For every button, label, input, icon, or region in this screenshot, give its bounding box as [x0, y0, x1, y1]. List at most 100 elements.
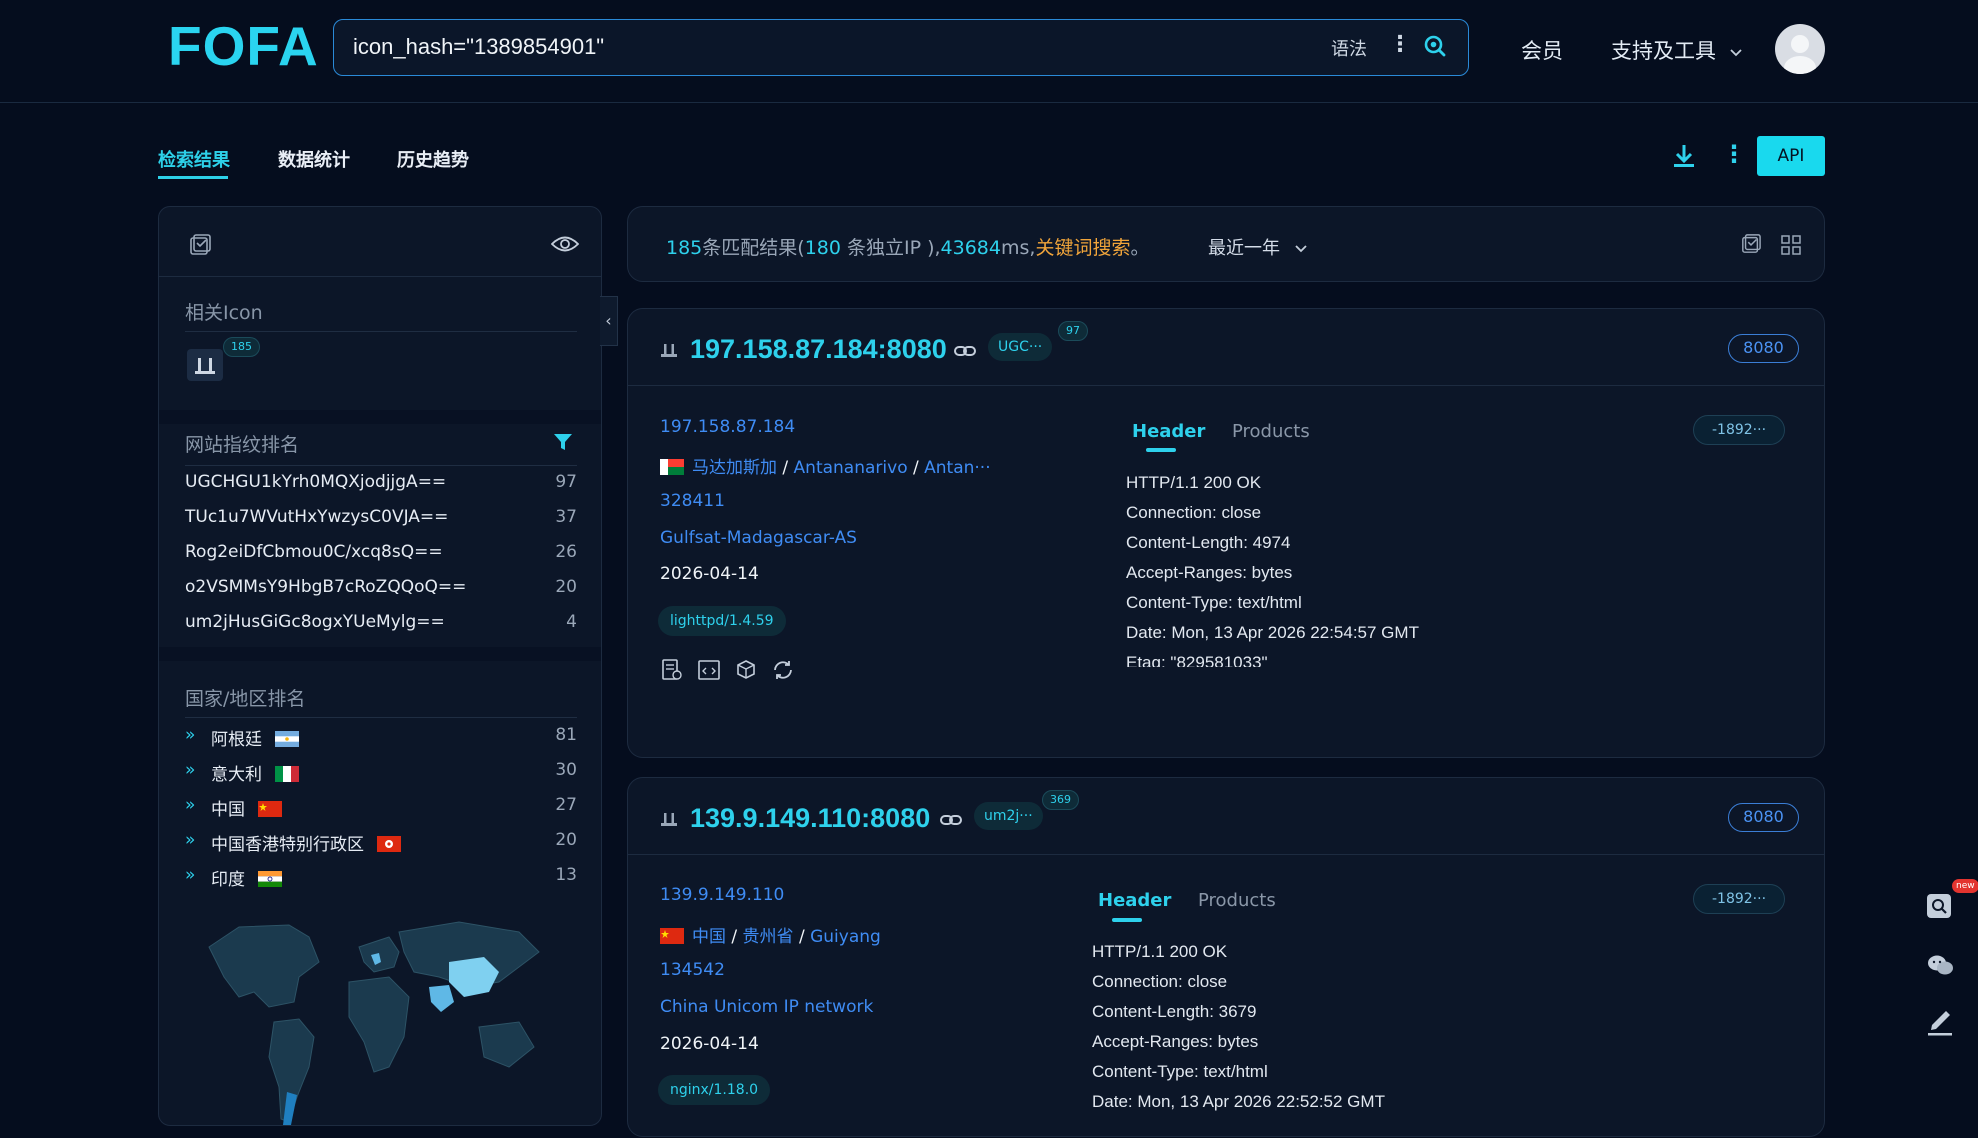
member-link[interactable]: 会员 — [1521, 35, 1563, 65]
tab-products[interactable]: Products — [1198, 890, 1276, 911]
related-icon-thumb[interactable] — [187, 349, 223, 381]
result-card: 139.9.149.110:8080 um2j··· 369 8080 139.… — [627, 777, 1825, 1137]
double-chevron-right-icon: » — [185, 830, 196, 850]
city-link[interactable]: Antan··· — [924, 458, 990, 478]
location: 马达加斯加 / Antananarivo / Antan··· — [660, 453, 991, 478]
org-link[interactable]: China Unicom IP network — [660, 997, 873, 1017]
tab-statistics[interactable]: 数据统计 — [278, 146, 350, 172]
eye-icon[interactable] — [550, 235, 580, 257]
filter-icon[interactable] — [553, 432, 573, 456]
cube-icon[interactable] — [734, 658, 758, 682]
product-tag[interactable]: nginx/1.18.0 — [658, 1075, 771, 1105]
fingerprint-item[interactable]: UGCHGU1kYrh0MQXjodjjgA== 97 — [185, 472, 577, 492]
country-item[interactable]: » 中国 27 — [185, 795, 577, 820]
download-icon[interactable] — [1672, 143, 1696, 173]
left-panel-header — [159, 207, 601, 277]
tag-count-badge: 97 — [1058, 321, 1088, 341]
fingerprint-tag[interactable]: UGC··· — [988, 333, 1053, 361]
report-icon[interactable] — [660, 658, 684, 682]
tag-count-badge: 369 — [1042, 790, 1079, 810]
tab-search-results[interactable]: 检索结果 — [158, 146, 230, 172]
grid-view-icon[interactable] — [1781, 235, 1801, 259]
country-item[interactable]: » 中国香港特别行政区 20 — [185, 830, 577, 855]
header-content: HTTP/1.1 200 OK Connection: close Conten… — [1092, 942, 1385, 1111]
host-link[interactable]: 139.9.149.110:8080 — [690, 803, 930, 834]
fingerprint-item[interactable]: TUc1u7WVutHxYwzysC0VJA== 37 — [185, 507, 577, 527]
world-map — [199, 907, 559, 1131]
flag-china-icon — [660, 928, 684, 944]
collapse-panel-button[interactable]: ‹ — [600, 296, 618, 346]
flag-india-icon — [258, 871, 283, 887]
related-icon-title: 相关Icon — [185, 302, 263, 324]
link-icon[interactable] — [940, 812, 962, 831]
hash-badge[interactable]: -1892··· — [1693, 415, 1785, 445]
checkbox-list-icon[interactable] — [189, 234, 211, 260]
router-icon — [660, 810, 678, 832]
country-link[interactable]: 中国 — [692, 927, 726, 947]
time-range-select[interactable]: 最近一年 — [1208, 234, 1308, 260]
fingerprint-rank-title: 网站指纹排名 — [185, 434, 300, 456]
select-all-icon[interactable] — [1741, 234, 1761, 258]
double-chevron-right-icon: » — [185, 865, 196, 885]
asn-link[interactable]: 328411 — [660, 491, 725, 511]
new-badge: new — [1952, 879, 1978, 893]
code-icon[interactable] — [697, 658, 721, 682]
ip-link[interactable]: 139.9.149.110 — [660, 885, 784, 905]
fingerprint-tag[interactable]: um2j··· — [974, 802, 1043, 830]
asn-link[interactable]: 134542 — [660, 960, 725, 980]
search-tool-icon[interactable] — [1926, 893, 1952, 923]
country-item[interactable]: » 意大利 30 — [185, 760, 577, 785]
chevron-down-icon — [1295, 245, 1307, 253]
refresh-icon[interactable] — [771, 658, 795, 682]
country-item[interactable]: » 阿根廷 81 — [185, 725, 577, 750]
tab-header[interactable]: Header — [1098, 890, 1171, 911]
region-link[interactable]: 贵州省 — [743, 927, 794, 947]
hash-badge[interactable]: -1892··· — [1693, 884, 1785, 914]
tools-menu[interactable]: 支持及工具 — [1611, 35, 1743, 65]
fingerprint-item[interactable]: Rog2eiDfCbmou0C/xcq8sQ== 26 — [185, 542, 577, 562]
icon-count-badge: 185 — [223, 337, 260, 357]
wechat-icon[interactable] — [1926, 953, 1954, 981]
active-tab-indicator — [158, 176, 228, 179]
search-input[interactable]: icon_hash="1389854901" — [353, 34, 604, 60]
double-chevron-right-icon: » — [185, 760, 196, 780]
syntax-button[interactable]: 语法 — [1331, 35, 1367, 61]
region-link[interactable]: Antananarivo — [794, 458, 908, 478]
result-actions — [660, 658, 795, 686]
country-item[interactable]: » 印度 13 — [185, 865, 577, 890]
flag-hongkong-icon — [377, 836, 402, 852]
search-box[interactable]: icon_hash="1389854901" 语法 ⋮ — [333, 19, 1469, 76]
org-link[interactable]: Gulfsat-Madagascar-AS — [660, 528, 857, 548]
update-date: 2026-04-14 — [660, 564, 759, 584]
tab-products[interactable]: Products — [1232, 421, 1310, 442]
tab-history-trend[interactable]: 历史趋势 — [397, 146, 469, 172]
more-vertical-icon[interactable]: ⋮ — [1389, 32, 1411, 57]
host-link[interactable]: 197.158.87.184:8080 — [690, 334, 947, 365]
fingerprint-item[interactable]: um2jHusGiGc8ogxYUeMylg== 4 — [185, 612, 577, 632]
search-icon[interactable] — [1423, 34, 1447, 62]
edit-icon[interactable] — [1926, 1005, 1954, 1041]
double-chevron-right-icon: » — [185, 795, 196, 815]
tab-header[interactable]: Header — [1132, 421, 1205, 442]
left-panel: 相关Icon 185 网站指纹排名 UGCHGU1kYrh0MQXjodjjgA… — [158, 206, 602, 1126]
avatar[interactable] — [1775, 24, 1825, 74]
top-bar: FOFA icon_hash="1389854901" 语法 ⋮ 会员 支持及工… — [0, 0, 1978, 103]
port-badge[interactable]: 8080 — [1728, 334, 1799, 363]
flag-madagascar-icon — [660, 459, 684, 475]
product-tag[interactable]: lighttpd/1.4.59 — [658, 606, 786, 636]
country-link[interactable]: 马达加斯加 — [692, 458, 777, 478]
city-link[interactable]: Guiyang — [810, 927, 881, 947]
port-badge[interactable]: 8080 — [1728, 803, 1799, 832]
double-chevron-right-icon: » — [185, 725, 196, 745]
fingerprint-item[interactable]: o2VSMMsY9HbgB7cRoZQQoQ== 20 — [185, 577, 577, 597]
link-icon[interactable] — [954, 343, 976, 362]
fofa-logo[interactable]: FOFA — [168, 14, 319, 78]
flag-china-icon — [258, 801, 283, 817]
chevron-down-icon — [1730, 49, 1742, 57]
more-vertical-icon[interactable]: ⋮ — [1722, 140, 1746, 168]
location: 中国 / 贵州省 / Guiyang — [660, 922, 881, 947]
ip-link[interactable]: 197.158.87.184 — [660, 417, 795, 437]
api-button[interactable]: API — [1757, 136, 1825, 176]
summary-bar: 185条匹配结果(180 条独立IP ),43684ms,关键词搜索。 最近一年 — [627, 206, 1825, 282]
keyword-search-link[interactable]: 关键词搜索 — [1035, 237, 1130, 259]
